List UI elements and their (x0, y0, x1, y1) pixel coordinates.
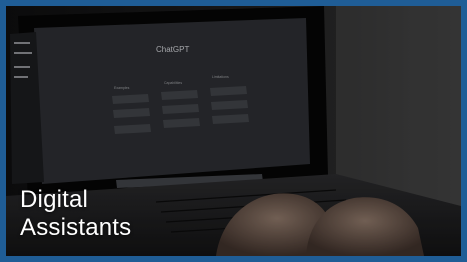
card-title-line1: Digital (20, 186, 89, 213)
card-frame: ChatGPT Examples Capabilities Limitation… (0, 0, 467, 262)
card-title: Digital Assistants (20, 186, 131, 242)
card-title-line2: Assistants (20, 214, 132, 241)
